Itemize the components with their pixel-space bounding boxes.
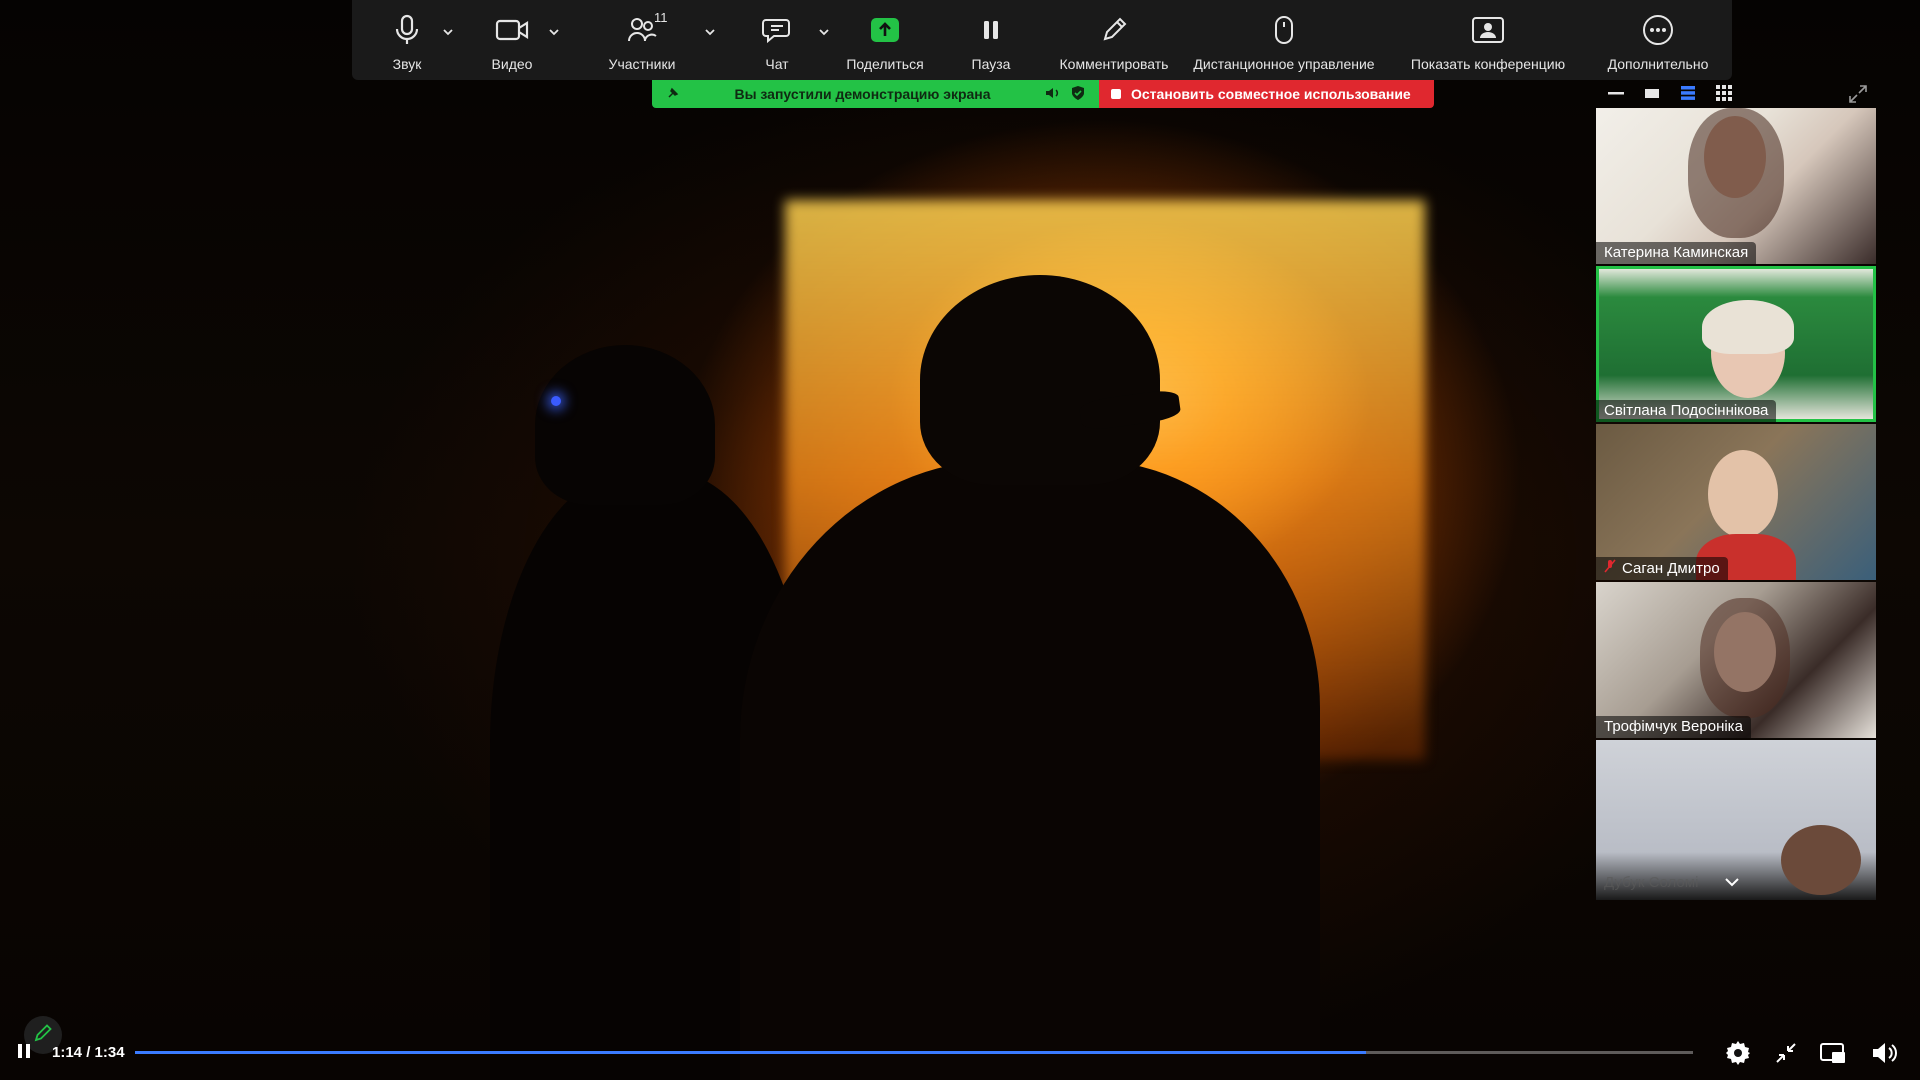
playback-time: 1:14 / 1:34 — [52, 1044, 125, 1061]
mic-muted-icon — [1604, 559, 1616, 577]
participant-name: Катерина Каминская — [1596, 242, 1757, 264]
grid-view-icon[interactable] — [1714, 85, 1734, 101]
share-status: Вы запустили демонстрацию экрана — [652, 80, 1099, 108]
stop-icon — [1111, 89, 1121, 99]
mouse-icon — [1264, 10, 1304, 50]
remote-control-button[interactable]: Дистанционное управление — [1184, 10, 1384, 80]
participant-hair — [1700, 598, 1790, 718]
participant-video — [1708, 450, 1778, 538]
firefighter-helmet-right — [920, 275, 1160, 485]
chevron-down-icon[interactable] — [548, 26, 560, 38]
video-button[interactable]: Видео — [462, 10, 562, 80]
pause-icon — [971, 10, 1011, 50]
participant-tile[interactable]: Трофімчук Вероніка — [1596, 582, 1876, 738]
pin-icon[interactable] — [666, 86, 680, 103]
single-video-icon[interactable] — [1642, 85, 1662, 101]
pause-label: Пауза — [971, 56, 1011, 72]
participants-count: 11 — [654, 10, 668, 25]
participant-tile[interactable]: Дубук Соломі — [1596, 740, 1876, 900]
share-status-message: Вы запустили демонстрацию экрана — [734, 86, 991, 102]
stop-share-button[interactable]: Остановить совместное использование — [1099, 80, 1434, 108]
audio-label: Звук — [392, 56, 422, 72]
expand-icon[interactable] — [1848, 84, 1868, 109]
participant-tile[interactable]: Катерина Каминская — [1596, 108, 1876, 264]
pause-icon[interactable] — [18, 1044, 34, 1062]
ellipsis-icon — [1638, 10, 1678, 50]
video-label: Видео — [491, 56, 533, 72]
speaker-icon[interactable] — [1045, 86, 1061, 103]
share-button[interactable]: Поделиться — [832, 10, 938, 80]
participants-label: Участники — [608, 56, 676, 72]
share-status-banner: Вы запустили демонстрацию экрана Останов… — [652, 80, 1434, 108]
participant-hair — [1702, 300, 1794, 354]
annotate-label: Комментировать — [1059, 56, 1169, 72]
firefighter-silhouette-right — [740, 460, 1320, 1080]
participant-name: Дубук Соломі — [1604, 874, 1699, 891]
annotate-button[interactable]: Комментировать — [1044, 10, 1184, 80]
meeting-toolbar: Звук Видео 11 Участники Чат Поделиться П… — [352, 0, 1732, 80]
stop-share-label: Остановить совместное использование — [1131, 86, 1411, 102]
more-label: Дополнительно — [1607, 56, 1709, 72]
helmet-light — [551, 396, 561, 406]
chat-label: Чат — [765, 56, 789, 72]
chat-button[interactable]: Чат — [722, 10, 832, 80]
collapse-icon[interactable] — [1771, 1038, 1801, 1068]
chevron-down-icon[interactable] — [442, 26, 454, 38]
chevron-down-icon[interactable] — [704, 26, 716, 38]
participant-tile[interactable]: Саган Дмитро — [1596, 424, 1876, 580]
show-conference-button[interactable]: Показать конференцию — [1384, 10, 1592, 80]
participant-name: Трофімчук Вероніка — [1596, 716, 1751, 738]
pause-share-button[interactable]: Пауза — [938, 10, 1044, 80]
speaker-icon[interactable] — [1870, 1038, 1900, 1068]
strip-view-icon[interactable] — [1678, 85, 1698, 101]
participant-tile-active-speaker[interactable]: Світлана Подосіннікова — [1596, 266, 1876, 422]
minimize-icon[interactable] — [1606, 85, 1626, 101]
chevron-down-icon[interactable] — [1724, 874, 1740, 892]
pencil-icon — [33, 1023, 53, 1048]
share-label: Поделиться — [846, 56, 924, 72]
show-conference-label: Показать конференцию — [1410, 56, 1566, 72]
more-button[interactable]: Дополнительно — [1592, 10, 1724, 80]
participant-video — [1781, 825, 1861, 895]
progress-bar[interactable] — [135, 1051, 1693, 1054]
microphone-icon — [387, 10, 427, 50]
pip-icon[interactable] — [1818, 1038, 1848, 1068]
video-panel-controls — [1596, 80, 1876, 106]
chevron-down-icon[interactable] — [818, 26, 830, 38]
contact-card-icon — [1468, 10, 1508, 50]
pencil-icon — [1094, 10, 1134, 50]
progress-fill — [135, 1051, 1366, 1054]
remote-control-label: Дистанционное управление — [1193, 56, 1375, 72]
participant-hair — [1688, 108, 1784, 238]
chat-icon — [757, 10, 797, 50]
firefighter-helmet-left — [535, 345, 715, 505]
share-screen-icon — [865, 10, 905, 50]
gear-icon[interactable] — [1723, 1038, 1753, 1068]
shield-icon[interactable] — [1071, 85, 1085, 104]
audio-button[interactable]: Звук — [352, 10, 462, 80]
camera-icon — [492, 10, 532, 50]
participants-button[interactable]: 11 Участники — [562, 10, 722, 80]
participant-name: Світлана Подосіннікова — [1596, 400, 1777, 422]
participant-name: Саган Дмитро — [1596, 557, 1728, 580]
